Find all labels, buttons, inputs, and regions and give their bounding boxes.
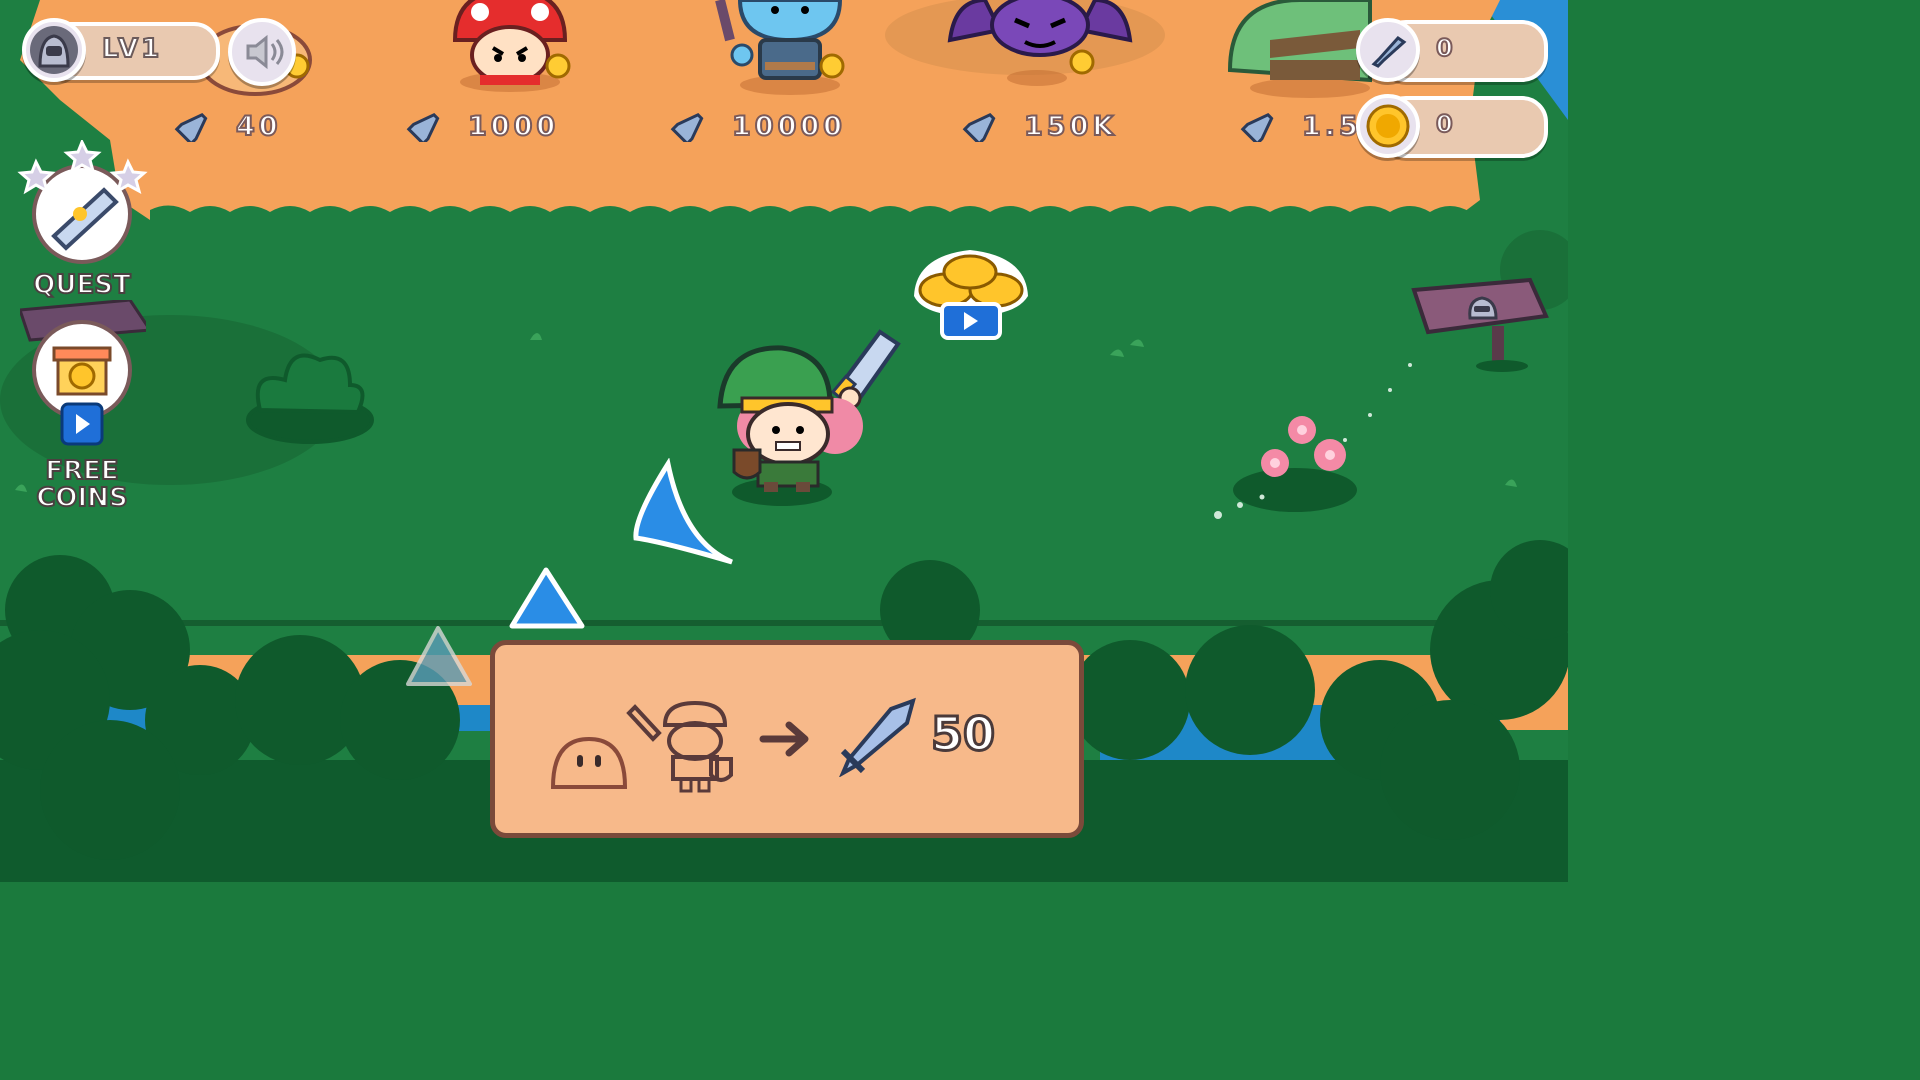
sword-count: 0 xyxy=(1435,33,1454,63)
sound-toggle-button[interactable] xyxy=(228,18,296,86)
level-label: LV1 xyxy=(101,33,163,65)
hero-character xyxy=(710,326,910,512)
enemy-mushroom[interactable] xyxy=(452,0,571,92)
enemy-price-mushroom: 1000 xyxy=(404,108,559,144)
free-label-line1: FREE xyxy=(44,456,119,486)
enemy-bat[interactable] xyxy=(885,0,1165,86)
enemy-price-value: 1000 xyxy=(467,110,560,143)
sword-icon xyxy=(962,112,996,142)
enemy-blue-goblin[interactable] xyxy=(715,0,845,95)
coin-counter-badge xyxy=(1356,94,1420,158)
gift-icon xyxy=(17,298,153,446)
enemy-price-value: 150K xyxy=(1023,110,1118,143)
enemy-price-blue-goblin: 10000 xyxy=(668,108,846,144)
quest-button[interactable] xyxy=(14,138,154,270)
enemy-price-value: 10000 xyxy=(731,110,846,143)
signpost-icon xyxy=(1411,277,1549,372)
player-avatar-button[interactable] xyxy=(22,18,86,82)
enemy-price-value: 1.5 xyxy=(1301,110,1362,143)
slime-icon xyxy=(550,736,628,789)
sword-icon xyxy=(1240,112,1274,142)
enemy-price-slug: 40 xyxy=(172,108,282,144)
free-coins-label: FREE COINS xyxy=(20,456,144,513)
scroll-icon xyxy=(17,138,148,264)
blue-slime[interactable] xyxy=(506,564,588,634)
sword-icon xyxy=(839,697,916,777)
blue-slime-faded xyxy=(404,622,474,690)
coin-count: 0 xyxy=(1435,109,1454,139)
hero-icon xyxy=(717,329,901,506)
sound-icon xyxy=(246,34,284,70)
slime-icon xyxy=(406,626,472,686)
signpost-button[interactable] xyxy=(1410,270,1550,374)
free-label-line2: COINS xyxy=(35,483,128,513)
enemy-price-green-ogre: 1.5 xyxy=(1238,108,1362,144)
merge-hint-panel: 50 xyxy=(490,640,1084,838)
reward-value: 50 xyxy=(929,706,996,763)
sword-icon xyxy=(1371,36,1407,68)
arrow-right-icon xyxy=(759,721,809,757)
enemy-green-ogre[interactable] xyxy=(1227,0,1372,98)
sword-counter-badge xyxy=(1356,18,1420,82)
quest-label: QUEST xyxy=(32,270,131,300)
sword-icon xyxy=(174,112,208,142)
coin-video-reward-button[interactable] xyxy=(906,246,1036,342)
coin-stack-icon xyxy=(914,250,1028,340)
hero-icon xyxy=(626,700,733,793)
sword-icon xyxy=(670,112,704,142)
enemy-price-value: 40 xyxy=(235,110,282,143)
blue-slime-sliver[interactable] xyxy=(624,457,740,572)
slime-icon xyxy=(509,567,585,629)
enemy-price-bat: 150K xyxy=(960,108,1117,144)
sword-icon xyxy=(406,112,440,142)
coin-icon xyxy=(1366,104,1410,148)
free-coins-button[interactable] xyxy=(17,298,153,450)
player-avatar-icon xyxy=(30,26,78,74)
slime-icon xyxy=(633,457,733,565)
